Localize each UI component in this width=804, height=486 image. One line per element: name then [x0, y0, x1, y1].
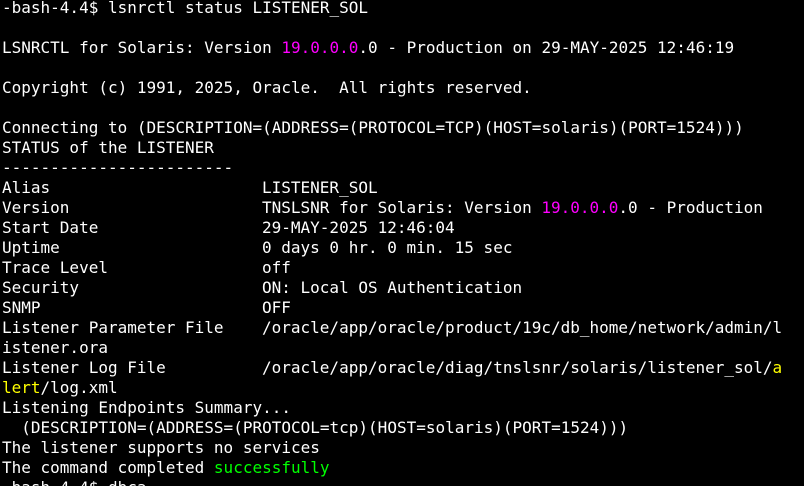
status-value-suffix: .0 - Production — [618, 198, 763, 217]
status-row-version: Version TNSLSNR for Solaris: Version 19.0… — [2, 198, 802, 218]
terminal-output: -bash-4.4$ lsnrctl status LISTENER_SOL L… — [2, 0, 802, 486]
status-key: Alias — [2, 178, 51, 197]
banner-line: LSNRCTL for Solaris: Version 19.0.0.0.0 … — [2, 38, 802, 58]
status-value-prefix: TNSLSNR for Solaris: Version — [262, 198, 542, 217]
status-key: Security — [2, 278, 80, 297]
status-key: Trace Level — [2, 258, 108, 277]
status-row-start-date: Start Date 29-MAY-2025 12:46:04 — [2, 218, 802, 238]
no-services-line: The listener supports no services — [2, 438, 320, 457]
typed-command: lsnrctl status LISTENER_SOL — [107, 0, 369, 17]
status-title: STATUS of the LISTENER — [2, 138, 214, 157]
terminal-window[interactable]: -bash-4.4$ lsnrctl status LISTENER_SOL L… — [0, 0, 804, 486]
success-word: successfully — [213, 458, 330, 477]
status-value: OFF — [262, 298, 291, 317]
status-key: Start Date — [2, 218, 99, 237]
status-value: LISTENER_SOL — [262, 178, 378, 197]
banner-version-highlight: 19.0.0.0 — [281, 38, 359, 57]
status-key: Uptime — [2, 238, 60, 257]
status-row-uptime: Uptime 0 days 0 hr. 0 min. 15 sec — [2, 238, 802, 258]
status-key: Version — [2, 198, 70, 217]
endpoint-line: (DESCRIPTION=(ADDRESS=(PROTOCOL=tcp)(HOS… — [2, 418, 629, 437]
next-command-line[interactable]: -bash-4.4$ dbca — [2, 478, 802, 486]
status-row-log-file-wrap: lert/log.xml — [2, 378, 802, 398]
status-value: /oracle/app/oracle/diag/tnslsnr/solaris/… — [262, 358, 773, 377]
status-value-wrap: /log.xml — [40, 378, 118, 397]
shell-prompt: -bash-4.4$ — [2, 478, 108, 486]
connecting-line: Connecting to (DESCRIPTION=(ADDRESS=(PRO… — [2, 118, 744, 137]
separator-line: ------------------------ — [2, 158, 234, 177]
completed-prefix: The command completed — [2, 458, 214, 477]
completed-line: The command completed successfully — [2, 458, 802, 478]
banner-prefix: LSNRCTL for Solaris: Version — [2, 38, 282, 57]
typed-command: dbca — [108, 478, 147, 486]
status-row-trace-level: Trace Level off — [2, 258, 802, 278]
copyright-line: Copyright (c) 1991, 2025, Oracle. All ri… — [2, 78, 532, 97]
status-value: /oracle/app/oracle/product/19c/db_home/n… — [262, 318, 783, 337]
banner-suffix: .0 - Production on 29-MAY-2025 12:46:19 — [358, 38, 735, 57]
shell-prompt: -bash-4.4$ — [2, 0, 108, 17]
status-key: Listener Parameter File — [2, 318, 224, 337]
status-value: ON: Local OS Authentication — [262, 278, 523, 297]
status-key: Listener Log File — [2, 358, 166, 377]
status-row-security: Security ON: Local OS Authentication — [2, 278, 802, 298]
status-key: SNMP — [2, 298, 41, 317]
endpoints-title: Listening Endpoints Summary... — [2, 398, 291, 417]
status-version-highlight: 19.0.0.0 — [541, 198, 619, 217]
status-value: 0 days 0 hr. 0 min. 15 sec — [262, 238, 513, 257]
status-value-highlight: a — [772, 358, 783, 377]
command-line: -bash-4.4$ lsnrctl status LISTENER_SOL — [2, 0, 802, 18]
status-value: off — [262, 258, 291, 277]
status-value-wrap: istener.ora — [2, 338, 108, 357]
status-value-highlight: lert — [2, 378, 41, 397]
status-row-parameter-file: Listener Parameter File/oracle/app/oracl… — [2, 318, 802, 338]
status-row-snmp: SNMP OFF — [2, 298, 802, 318]
status-row-parameter-file-wrap: istener.ora — [2, 338, 802, 358]
status-value: 29-MAY-2025 12:46:04 — [262, 218, 455, 237]
status-row-log-file: Listener Log File/oracle/app/oracle/diag… — [2, 358, 802, 378]
status-row-alias: Alias LISTENER_SOL — [2, 178, 802, 198]
